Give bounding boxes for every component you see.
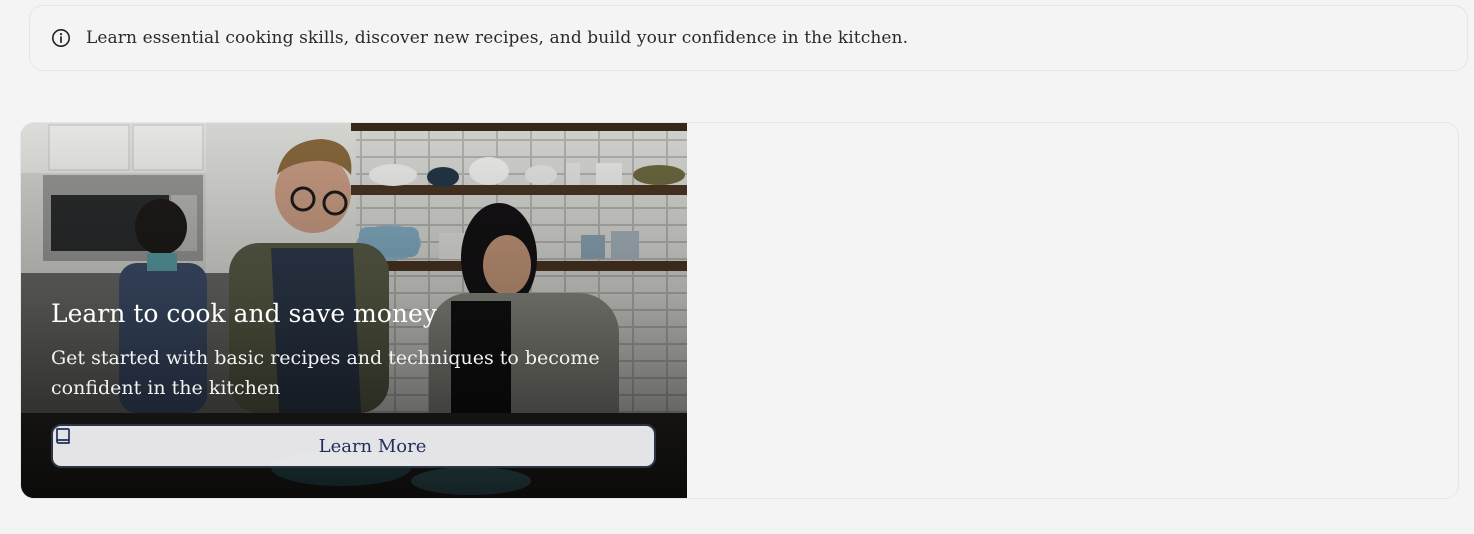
hero-image: Learn to cook and save money Get started… <box>21 123 687 498</box>
learn-more-button[interactable]: Learn More <box>51 424 656 468</box>
info-icon <box>50 27 72 49</box>
book-icon <box>56 428 301 456</box>
learn-more-label: Learn More <box>318 435 427 457</box>
hero-subtitle: Get started with basic recipes and techn… <box>51 347 600 399</box>
hero-card: Learn to cook and save money Get started… <box>20 122 1459 499</box>
banner-text: Learn essential cooking skills, discover… <box>86 28 909 48</box>
hero-title: Learn to cook and save money <box>51 299 437 328</box>
info-banner: Learn essential cooking skills, discover… <box>29 5 1468 71</box>
